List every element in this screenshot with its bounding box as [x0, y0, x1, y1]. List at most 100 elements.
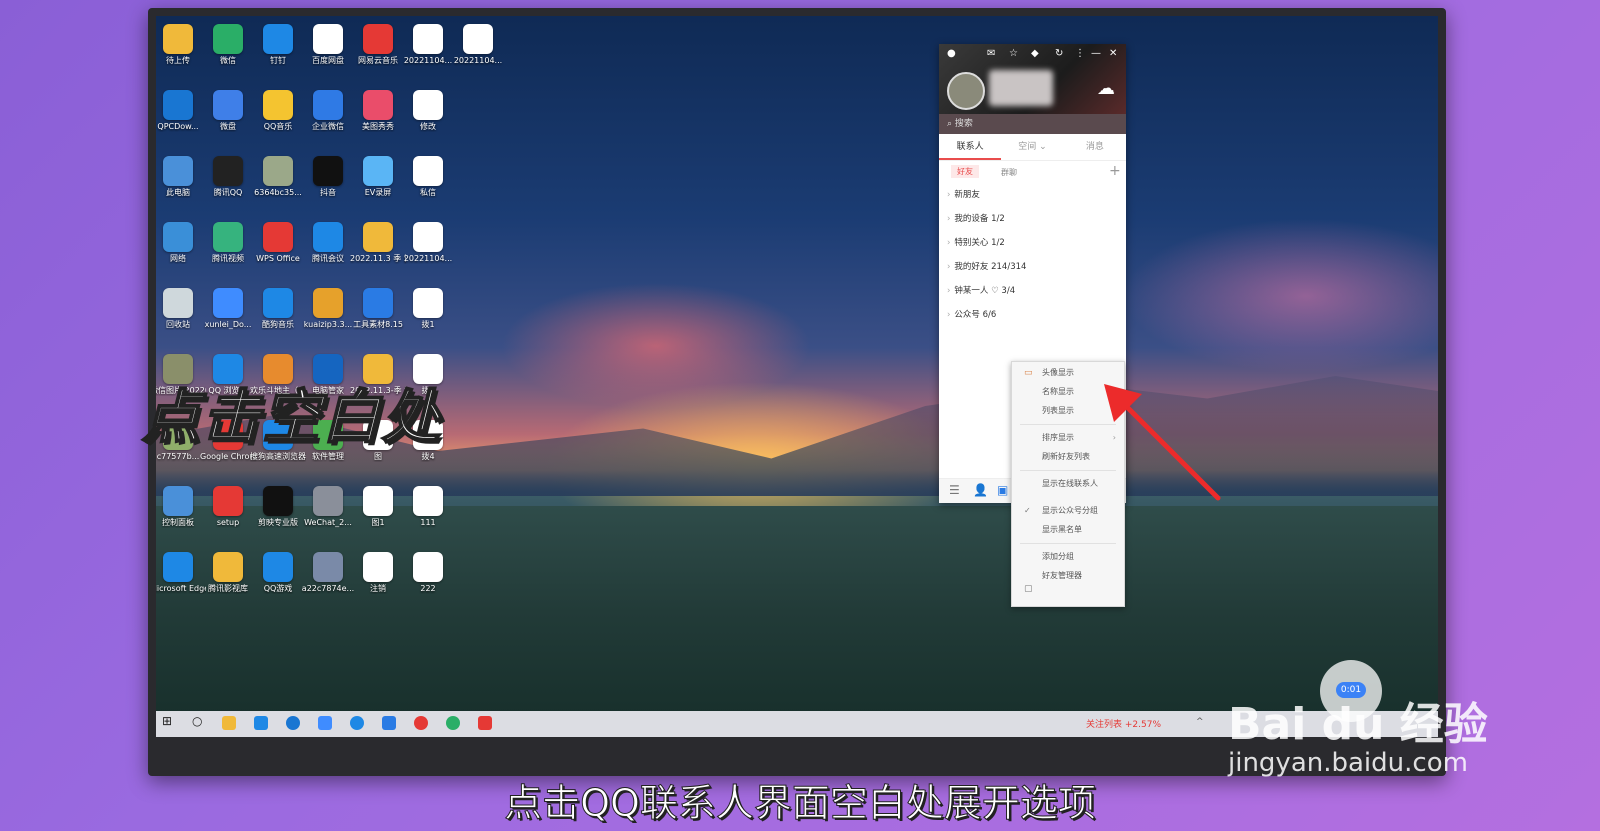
desktop-icon[interactable]: 修改: [400, 90, 456, 132]
subtab-groups[interactable]: 群聊: [1001, 167, 1017, 178]
desktop-icon[interactable]: 腾讯QQ: [200, 156, 256, 198]
desktop-icon[interactable]: 抖音: [300, 156, 356, 198]
desktop-icon[interactable]: QQ游戏: [250, 552, 306, 594]
app-icon: [363, 90, 393, 120]
sogou-icon[interactable]: [350, 716, 364, 730]
qq-logo-icon: ●: [947, 48, 956, 59]
star-icon[interactable]: ☆: [1009, 48, 1018, 59]
file-explorer-icon[interactable]: [222, 716, 236, 730]
desktop-icon[interactable]: Microsoft Edge: [156, 552, 206, 594]
add-friend-icon[interactable]: 👤: [973, 483, 988, 497]
desktop-icon-label: 20221104...: [403, 56, 453, 65]
menu-icon[interactable]: ☰: [949, 483, 960, 497]
desktop-icon[interactable]: 20221104...: [450, 24, 506, 66]
friend-group-row[interactable]: › 钟某一人 ♡ 3/4: [939, 279, 1126, 303]
desktop-icon[interactable]: 20221104...: [400, 24, 456, 66]
desktop-icon[interactable]: 图1: [350, 486, 406, 528]
app-icon: [263, 486, 293, 516]
friend-manager-icon: ▢: [1024, 584, 1033, 594]
desktop-icon[interactable]: 腾讯视频: [200, 222, 256, 264]
desktop-icon[interactable]: QPCDow...: [156, 90, 206, 132]
tab-space[interactable]: 空间 ⌄: [1001, 134, 1063, 160]
friend-group-row[interactable]: › 我的设备 1/2: [939, 207, 1126, 231]
desktop-icon[interactable]: 百度网盘: [300, 24, 356, 66]
desktop-icon[interactable]: WPS Office: [250, 222, 306, 264]
desktop-icon[interactable]: 微盘: [200, 90, 256, 132]
desktop-icon[interactable]: a22c7874e...: [300, 552, 356, 594]
skin-icon[interactable]: ◆: [1031, 48, 1039, 59]
netease-music-icon[interactable]: [414, 716, 428, 730]
mail-icon[interactable]: ✉: [987, 48, 995, 59]
desktop-icon[interactable]: QQ音乐: [250, 90, 306, 132]
desktop-icon[interactable]: setup: [200, 486, 256, 528]
edge-icon[interactable]: [286, 716, 300, 730]
desktop-icon[interactable]: 微信: [200, 24, 256, 66]
desktop-icon[interactable]: 控制面板: [156, 486, 206, 528]
desktop-icon[interactable]: 钉钉: [250, 24, 306, 66]
tray-chevron-icon[interactable]: ^: [1196, 717, 1204, 727]
more-icon[interactable]: ⋮: [1075, 48, 1085, 59]
context-menu-item[interactable]: 显示黑名单: [1012, 521, 1124, 539]
context-menu-item-label: 显示在线联系人: [1042, 479, 1098, 488]
red-arrow-annotation: [1104, 384, 1221, 501]
desktop-icon-label: WPS Office: [256, 254, 300, 263]
file-icon[interactable]: ▣: [997, 483, 1008, 497]
desktop-icon[interactable]: 6364bc35...: [250, 156, 306, 198]
desktop-icon[interactable]: 美图秀秀: [350, 90, 406, 132]
wps-icon[interactable]: [478, 716, 492, 730]
desktop-icon[interactable]: 拨1: [400, 288, 456, 330]
desktop-icon[interactable]: 待上传: [156, 24, 206, 66]
windows-start-icon[interactable]: ⊞: [162, 714, 176, 728]
desktop-icon[interactable]: 20221104...: [400, 222, 456, 264]
stock-ticker[interactable]: 关注列表 +2.57%: [1086, 717, 1161, 730]
friend-group-row[interactable]: › 公众号 6/6: [939, 303, 1126, 327]
desktop-icon[interactable]: 工具素材8.15: [350, 288, 406, 330]
desktop-icon[interactable]: 网络: [156, 222, 206, 264]
minimize-icon[interactable]: —: [1091, 48, 1101, 59]
desktop-icon[interactable]: 酷狗音乐: [250, 288, 306, 330]
friend-group-row[interactable]: › 新朋友: [939, 183, 1126, 207]
desktop-icon-label: 酷狗音乐: [262, 320, 294, 329]
desktop-icon[interactable]: 网易云音乐: [350, 24, 406, 66]
desktop-icon[interactable]: 注销: [350, 552, 406, 594]
desktop-icon[interactable]: xunlei_Do...: [200, 288, 256, 330]
tab-messages[interactable]: 消息: [1064, 134, 1126, 160]
close-icon[interactable]: ✕: [1109, 48, 1117, 59]
subtab-friends[interactable]: 好友: [951, 165, 979, 178]
refresh-icon[interactable]: ↻: [1055, 48, 1063, 59]
context-menu-item[interactable]: 好友管理器: [1012, 567, 1124, 585]
wechat-icon[interactable]: [446, 716, 460, 730]
qq-search-input[interactable]: ⌕ 搜索: [939, 114, 1126, 134]
chevron-right-icon: ›: [947, 238, 951, 248]
friend-group-row[interactable]: › 我的好友 214/314: [939, 255, 1126, 279]
friend-group-label: 特别关心 1/2: [954, 238, 1005, 248]
add-icon[interactable]: +: [1109, 163, 1121, 179]
desktop-icon[interactable]: 剪映专业版: [250, 486, 306, 528]
xunlei-icon[interactable]: [318, 716, 332, 730]
desktop-icon[interactable]: 腾讯影视库: [200, 552, 256, 594]
desktop-icon[interactable]: EV录屏: [350, 156, 406, 198]
desktop-icon-label: 222: [420, 584, 436, 593]
desktop-icon[interactable]: 企业微信: [300, 90, 356, 132]
desktop-icon[interactable]: 此电脑: [156, 156, 206, 198]
desktop-icon[interactable]: WeChat_2...: [300, 486, 356, 528]
chevron-right-icon: ›: [947, 310, 951, 320]
context-menu-item-label: 刷新好友列表: [1042, 452, 1090, 461]
tool-icon[interactable]: [382, 716, 396, 730]
avatar[interactable]: [947, 72, 985, 110]
qq-browser-icon[interactable]: [254, 716, 268, 730]
friend-group-row[interactable]: › 特别关心 1/2: [939, 231, 1126, 255]
desktop-icon[interactable]: 111: [400, 486, 456, 528]
friend-group-label: 我的设备 1/2: [954, 214, 1005, 224]
qq-friend-groups[interactable]: › 新朋友 › 我的设备 1/2 › 特别关心 1/2 › 我的好友 214/314 › 钟某一人…: [939, 183, 1126, 327]
desktop-icon[interactable]: 回收站: [156, 288, 206, 330]
context-menu-item[interactable]: 添加分组: [1012, 548, 1124, 566]
desktop-icon[interactable]: kuaizip3.3...: [300, 288, 356, 330]
desktop-icon[interactable]: 222: [400, 552, 456, 594]
app-icon: [463, 24, 493, 54]
tab-contacts[interactable]: 联系人: [939, 134, 1002, 160]
desktop-icon[interactable]: 腾讯会议: [300, 222, 356, 264]
search-circle-icon[interactable]: ○: [192, 714, 206, 728]
desktop-icon[interactable]: 2022.11.3 季 访谈: [350, 222, 406, 264]
desktop-icon[interactable]: 私信: [400, 156, 456, 198]
